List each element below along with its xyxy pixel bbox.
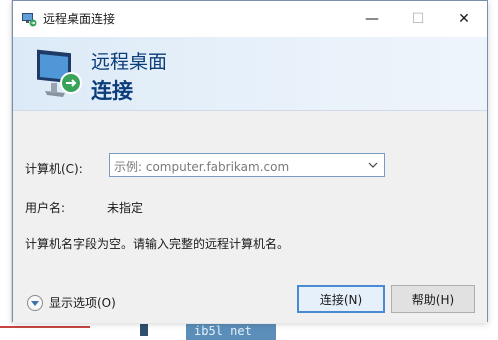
maximize-icon: ☐ — [411, 11, 425, 27]
maximize-button[interactable]: ☐ — [395, 1, 441, 37]
title-bar: 远程桌面连接 — ☐ ✕ — [13, 1, 487, 37]
connect-button[interactable]: 连接(N) — [297, 285, 385, 313]
background-dark-block — [140, 324, 148, 336]
close-button[interactable]: ✕ — [441, 1, 487, 37]
computer-placeholder: 示例: computer.fabrikam.com — [114, 160, 290, 174]
username-value: 未指定 — [107, 201, 144, 215]
background-text: ib5l net — [194, 324, 252, 338]
window-title: 远程桌面连接 — [43, 12, 116, 26]
banner-title-line2: 连接 — [91, 79, 133, 103]
minimize-button[interactable]: — — [349, 1, 395, 37]
header-banner: 远程桌面 连接 — [13, 37, 487, 111]
minimize-icon: — — [365, 11, 379, 27]
banner-title-line1: 远程桌面 — [91, 51, 168, 73]
computer-combobox[interactable]: 示例: computer.fabrikam.com — [109, 153, 385, 177]
close-icon: ✕ — [458, 11, 470, 27]
background-text-bar: ib5l net — [186, 324, 276, 340]
show-options-label: 显示选项(O) — [49, 296, 116, 310]
username-label: 用户名: — [25, 201, 66, 215]
remote-desktop-dialog: 远程桌面连接 — ☐ ✕ 远程桌面 连接 计算机(C): 示例: compute… — [12, 0, 488, 323]
dialog-body: 计算机(C): 示例: computer.fabrikam.com 用户名: 未… — [13, 111, 487, 323]
show-options-toggle[interactable]: 显示选项(O) — [27, 294, 116, 311]
expand-chevron-icon — [27, 294, 43, 311]
chevron-down-icon[interactable] — [366, 157, 380, 173]
remote-desktop-monitor-icon — [31, 43, 91, 103]
remote-desktop-app-icon — [21, 11, 37, 27]
validation-message: 计算机名字段为空。请输入完整的远程计算机名。 — [25, 237, 290, 251]
background-desktop-strip: ib5l net — [0, 324, 498, 340]
background-window-edge — [0, 0, 12, 340]
background-red-line — [0, 326, 90, 328]
computer-label: 计算机(C): — [25, 162, 83, 176]
help-button[interactable]: 帮助(H) — [391, 285, 475, 313]
